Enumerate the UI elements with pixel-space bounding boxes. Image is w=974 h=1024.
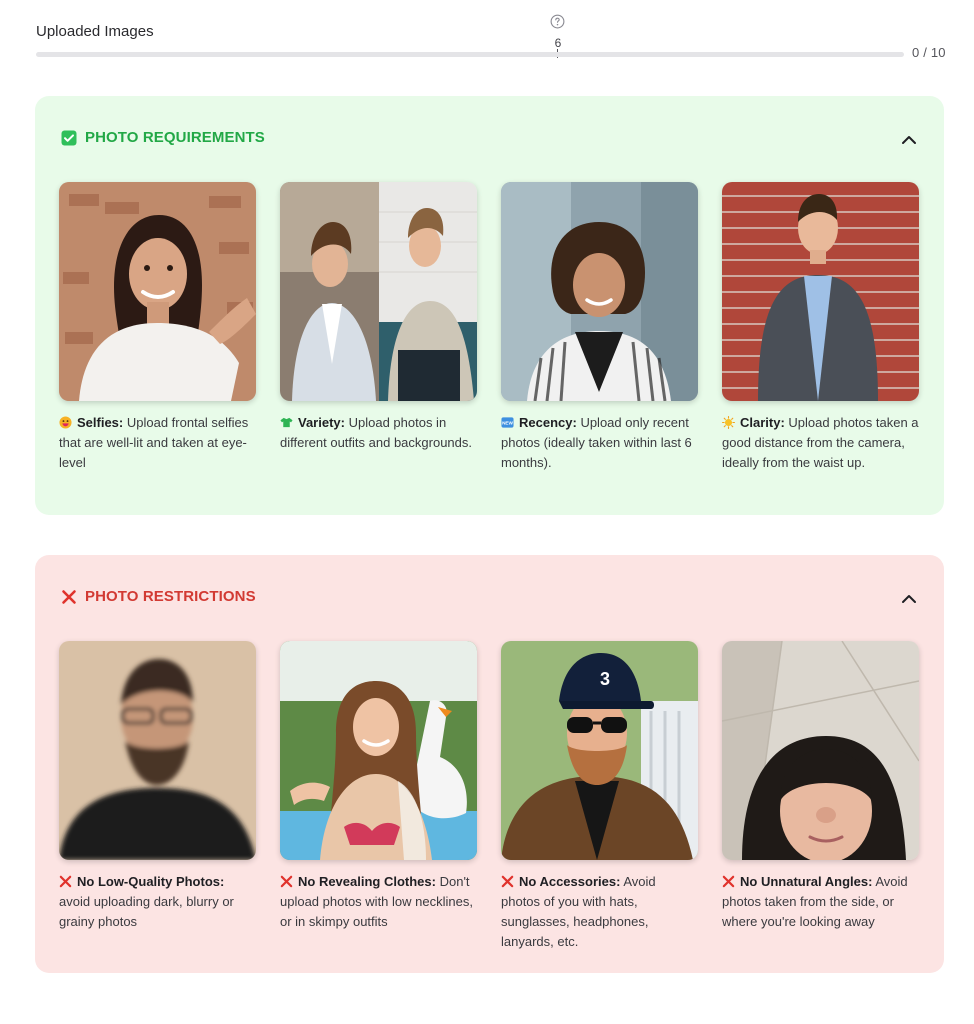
grinning-face-icon — [59, 416, 72, 429]
low-quality-text: avoid uploading dark, blurry or grainy p… — [59, 894, 234, 929]
cross-mark-icon — [722, 875, 735, 888]
unnatural-angles-caption: No Unnatural Angles: Avoid photos taken … — [722, 872, 919, 932]
cross-mark-icon — [280, 875, 293, 888]
clarity-caption: Clarity: Upload photos taken a good dist… — [722, 413, 919, 473]
photo-restrictions-header: PHOTO RESTRICTIONS — [61, 588, 256, 605]
unnatural-angles-title: No Unnatural Angles: — [740, 874, 873, 889]
progress-marker-value: 6 — [554, 36, 562, 50]
unnatural-angles-example-photo — [722, 641, 919, 860]
revealing-clothes-title: No Revealing Clothes: — [298, 874, 436, 889]
clarity-example-photo — [722, 182, 919, 401]
svg-text:NEW: NEW — [502, 421, 513, 426]
variety-title: Variety: — [298, 415, 345, 430]
tshirt-icon — [280, 417, 293, 428]
revealing-clothes-caption: No Revealing Clothes: Don't upload photo… — [280, 872, 477, 932]
accessories-title: No Accessories: — [519, 874, 621, 889]
recency-title: Recency: — [519, 415, 577, 430]
uploaded-images-label: Uploaded Images — [36, 23, 154, 40]
selfie-example-photo — [59, 182, 256, 401]
restriction-card-low-quality: No Low-Quality Photos: avoid uploading d… — [59, 641, 256, 952]
photo-restrictions-title: PHOTO RESTRICTIONS — [85, 588, 256, 605]
revealing-clothes-example-photo — [280, 641, 477, 860]
recency-caption: NEW Recency: Upload only recent photos (… — [501, 413, 698, 473]
cross-mark-icon — [501, 875, 514, 888]
collapse-restrictions-button[interactable] — [898, 589, 920, 609]
photo-requirements-panel: PHOTO REQUIREMENTS Selfies: Upload front… — [35, 96, 944, 515]
low-quality-example-photo — [59, 641, 256, 860]
photo-requirements-title: PHOTO REQUIREMENTS — [85, 129, 265, 146]
low-quality-title: No Low-Quality Photos: — [77, 874, 225, 889]
requirement-card-recency: NEW Recency: Upload only recent photos (… — [501, 182, 698, 473]
requirement-card-selfies: Selfies: Upload frontal selfies that are… — [59, 182, 256, 473]
accessories-caption: No Accessories: Avoid photos of you with… — [501, 872, 698, 952]
restriction-card-revealing-clothes: No Revealing Clothes: Don't upload photo… — [280, 641, 477, 952]
restriction-card-unnatural-angles: No Unnatural Angles: Avoid photos taken … — [722, 641, 919, 952]
accessories-example-photo: 3 — [501, 641, 698, 860]
clarity-title: Clarity: — [740, 415, 785, 430]
photo-restrictions-panel: PHOTO RESTRICTIONS No Low-Quality Photos… — [35, 555, 944, 973]
help-icon[interactable] — [550, 14, 565, 29]
upload-count: 0 / 10 — [912, 45, 946, 60]
svg-text:3: 3 — [600, 669, 610, 689]
new-badge-icon: NEW — [501, 417, 514, 428]
requirement-card-variety: Variety: Upload photos in different outf… — [280, 182, 477, 473]
variety-caption: Variety: Upload photos in different outf… — [280, 413, 477, 453]
check-box-icon — [61, 130, 77, 145]
restriction-card-accessories: 3 No Accessories: Avoid photos of you wi… — [501, 641, 698, 952]
photo-requirements-header: PHOTO REQUIREMENTS — [61, 129, 265, 146]
collapse-requirements-button[interactable] — [898, 130, 920, 150]
variety-example-photo — [280, 182, 477, 401]
sun-icon — [722, 416, 735, 429]
upload-progress-bar — [36, 52, 904, 57]
cross-mark-icon — [62, 589, 76, 604]
selfies-title: Selfies: — [77, 415, 124, 430]
low-quality-caption: No Low-Quality Photos: avoid uploading d… — [59, 872, 256, 932]
selfies-caption: Selfies: Upload frontal selfies that are… — [59, 413, 256, 473]
requirement-card-clarity: Clarity: Upload photos taken a good dist… — [722, 182, 919, 473]
recency-example-photo — [501, 182, 698, 401]
cross-mark-icon — [59, 875, 72, 888]
